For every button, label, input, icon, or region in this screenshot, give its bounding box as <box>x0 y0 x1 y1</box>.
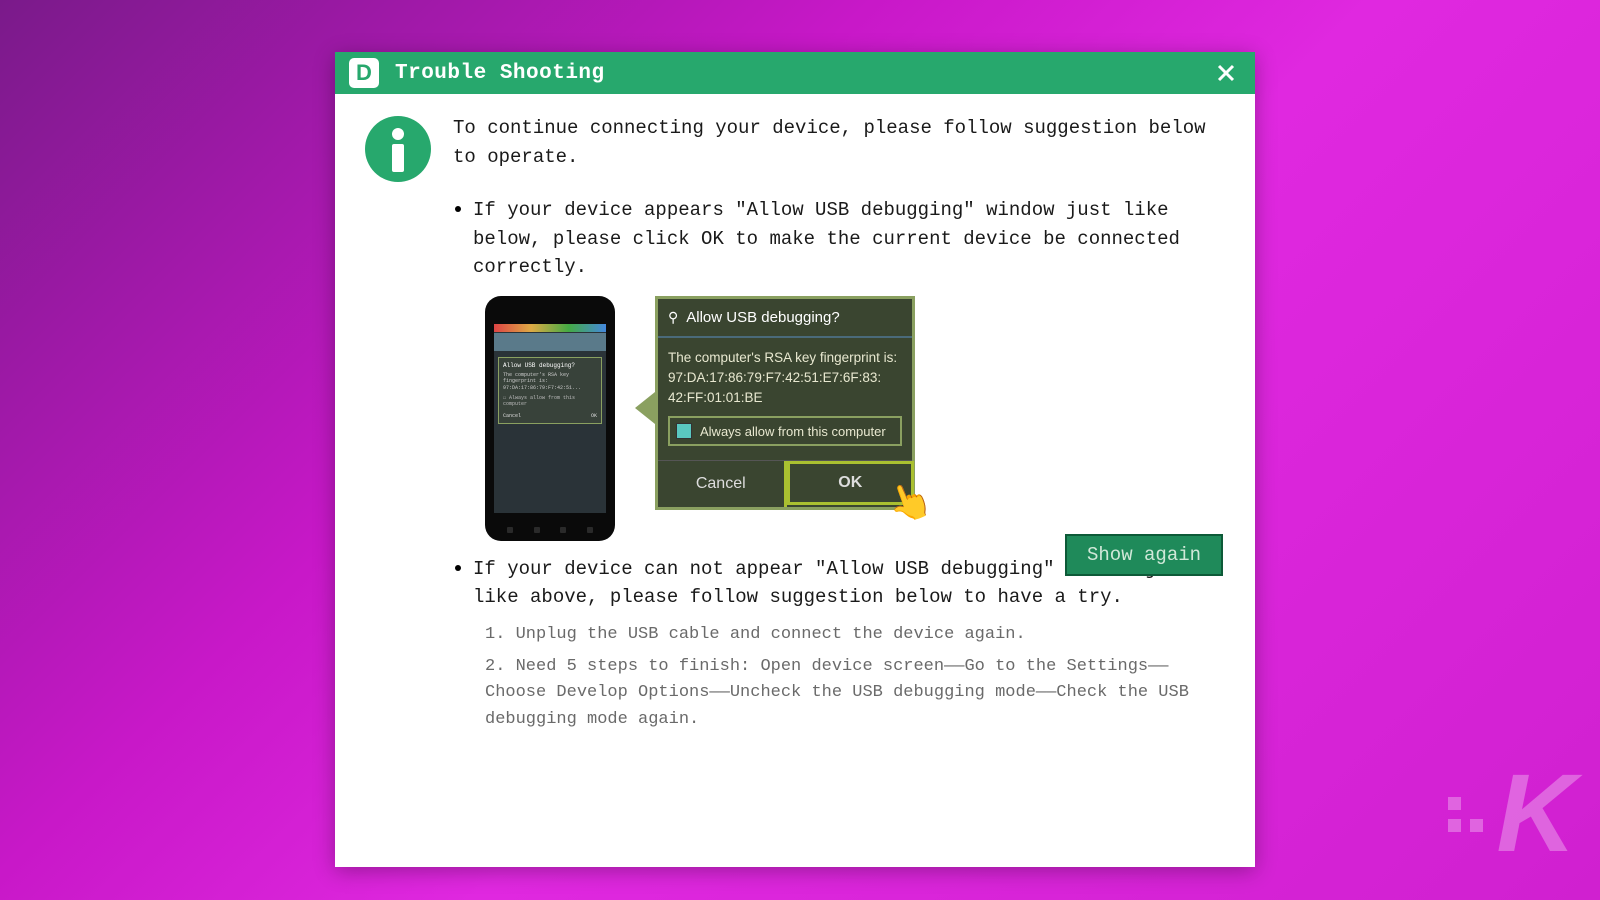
usb-icon: ⚲ <box>668 309 678 326</box>
usb-body-line1: The computer's RSA key fingerprint is: <box>668 348 902 368</box>
watermark-letter: K <box>1497 770 1570 858</box>
phone-mockup: Allow USB debugging? The computer's RSA … <box>485 296 615 541</box>
usb-dialog-title: Allow USB debugging? <box>686 309 839 326</box>
dialog-content: To continue connecting your device, plea… <box>335 94 1255 759</box>
ok-button[interactable]: OK 👆 <box>784 461 913 507</box>
illustration: Allow USB debugging? The computer's RSA … <box>485 296 1225 541</box>
intro-text: To continue connecting your device, plea… <box>453 114 1225 171</box>
bullet-dot <box>455 565 461 571</box>
window-title: Trouble Shooting <box>395 62 605 85</box>
usb-body-line3: 42:FF:01:01:BE <box>668 388 902 408</box>
cancel-button[interactable]: Cancel <box>658 461 784 507</box>
usb-debugging-dialog: ⚲ Allow USB debugging? The computer's RS… <box>655 296 915 511</box>
bullet1-text: If your device appears "Allow USB debugg… <box>473 196 1225 282</box>
checkbox-label: Always allow from this computer <box>700 424 886 439</box>
always-allow-checkbox[interactable] <box>676 423 692 439</box>
close-icon <box>1217 64 1235 82</box>
step1-text: 1. Unplug the USB cable and connect the … <box>485 622 1225 648</box>
show-again-button[interactable]: Show again <box>1065 534 1223 576</box>
close-button[interactable] <box>1211 58 1241 88</box>
titlebar: D Trouble Shooting <box>335 52 1255 94</box>
phone-dialog-title: Allow USB debugging? <box>503 362 597 369</box>
troubleshooting-dialog: D Trouble Shooting To continue connectin… <box>335 52 1255 867</box>
sub-steps: 1. Unplug the USB cable and connect the … <box>485 622 1225 733</box>
watermark-logo: K <box>1448 770 1570 858</box>
info-icon <box>365 116 431 182</box>
bullet-dot <box>455 206 461 212</box>
step2-text: 2. Need 5 steps to finish: Open device s… <box>485 654 1225 733</box>
app-icon: D <box>349 58 379 88</box>
usb-body-line2: 97:DA:17:86:79:F7:42:51:E7:6F:83: <box>668 368 902 388</box>
pointer-arrow-icon <box>635 392 655 424</box>
